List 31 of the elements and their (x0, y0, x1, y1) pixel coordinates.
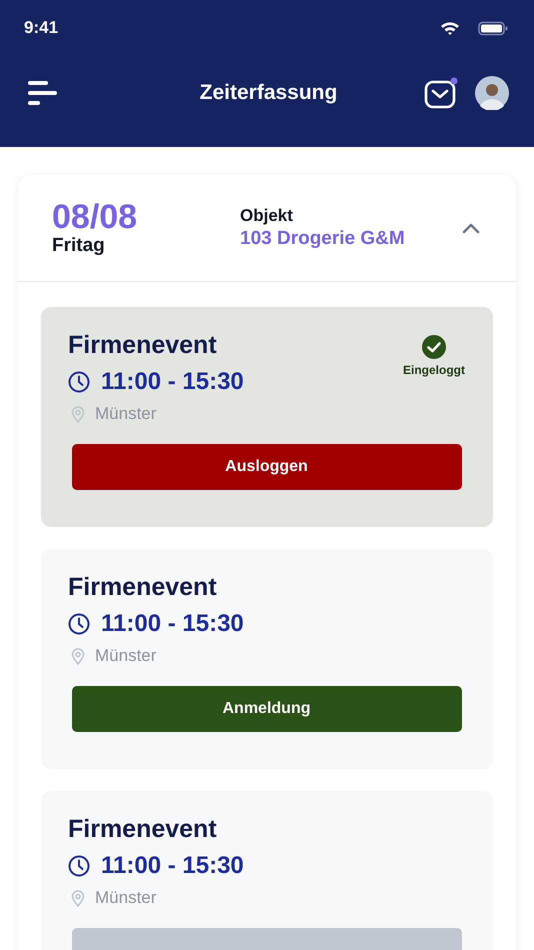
object-name: 103 Drogerie G&M (240, 228, 406, 250)
clock-icon (68, 613, 90, 635)
location-pin-icon (71, 406, 85, 422)
wifi-icon (440, 20, 460, 36)
menu-icon[interactable] (28, 80, 58, 106)
check-icon (422, 335, 446, 359)
clock-icon (68, 371, 90, 393)
shift-time: 11:00 - 15:30 (101, 368, 244, 396)
shift-time: 11:00 - 15:30 (101, 852, 244, 880)
day-date: 08/08 (52, 199, 138, 235)
status-label: Eingeloggt (403, 363, 465, 377)
avatar[interactable] (475, 76, 509, 110)
object-label: Objekt (240, 206, 294, 226)
shift-location: Münster (95, 646, 156, 666)
shift-location: Münster (95, 404, 156, 424)
chevron-icon[interactable] (462, 222, 480, 234)
shift-time: 11:00 - 15:30 (101, 610, 244, 638)
screen-title: Zeiterfassung (200, 81, 338, 105)
shift-location: Münster (95, 888, 156, 908)
location-pin-icon (71, 648, 85, 664)
status-time: 9:41 (24, 18, 58, 38)
clock-icon (68, 855, 90, 877)
mail-icon[interactable] (424, 77, 458, 109)
register-button[interactable]: Anmeldung (72, 686, 462, 732)
battery-icon (478, 20, 508, 36)
location-pin-icon (71, 890, 85, 906)
shift-title: Firmenevent (68, 815, 218, 844)
logout-button[interactable]: Ausloggen (72, 444, 462, 490)
shift-title: Firmenevent (68, 331, 218, 360)
weekday-label: Fritag (52, 235, 106, 257)
shift-title: Firmenevent (68, 573, 218, 602)
